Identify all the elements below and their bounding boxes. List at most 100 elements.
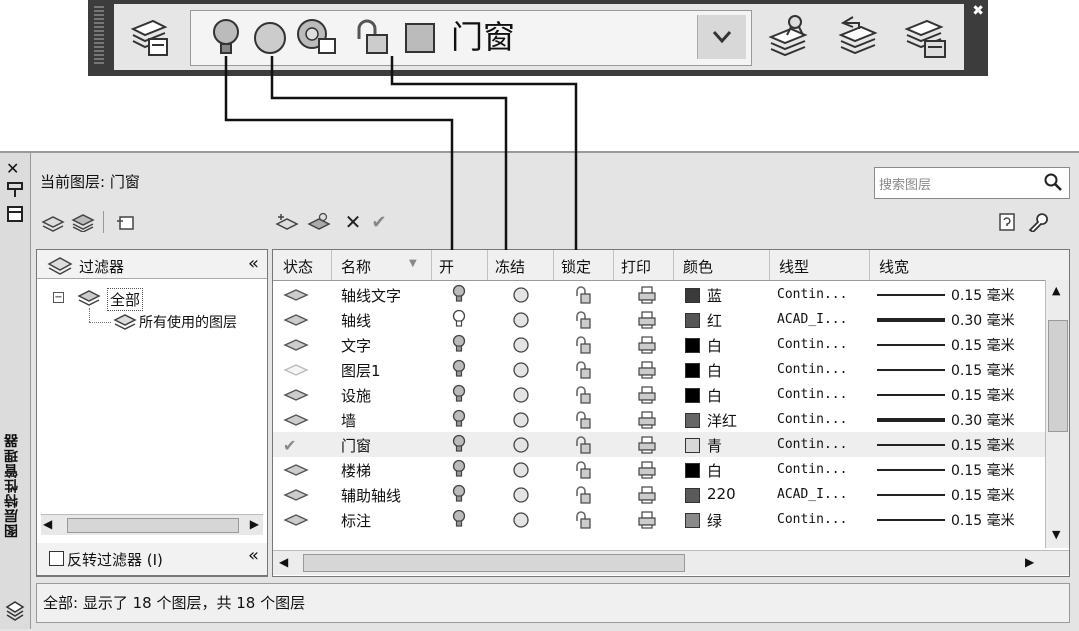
layer-color-swatch[interactable] bbox=[685, 388, 700, 403]
layer-color-name[interactable]: 220 bbox=[707, 485, 736, 503]
layer-plot-icon[interactable] bbox=[637, 360, 657, 384]
layer-lineweight[interactable]: 0.30 毫米 bbox=[951, 310, 1015, 330]
search-input[interactable]: 搜索图层 bbox=[874, 167, 1070, 199]
layer-lock-icon[interactable] bbox=[573, 285, 593, 309]
layer-linetype[interactable]: Contin... bbox=[777, 387, 847, 402]
column-name[interactable]: 名称 bbox=[341, 256, 371, 277]
layer-name[interactable]: 墙 bbox=[341, 410, 356, 431]
tree-item-all-used-layers[interactable]: 所有使用的图层 bbox=[139, 312, 237, 332]
layer-lineweight[interactable]: 0.15 毫米 bbox=[951, 335, 1015, 355]
search-icon[interactable] bbox=[1043, 172, 1063, 192]
layer-linetype[interactable]: Contin... bbox=[777, 337, 847, 352]
new-group-filter-button[interactable] bbox=[70, 211, 96, 233]
layer-color-swatch[interactable] bbox=[685, 338, 700, 353]
layer-lineweight[interactable]: 0.15 毫米 bbox=[951, 285, 1015, 305]
layer-dropdown-button[interactable] bbox=[697, 15, 746, 59]
table-row[interactable]: 图层1 白 Contin... 0.15 毫米 bbox=[273, 357, 1045, 382]
set-current-icon[interactable]: ✔ bbox=[366, 211, 392, 233]
column-separator[interactable] bbox=[869, 250, 870, 280]
layer-lock-icon[interactable] bbox=[573, 510, 593, 534]
refresh-button[interactable] bbox=[994, 211, 1020, 233]
layer-plot-icon[interactable] bbox=[637, 435, 657, 459]
layer-state-button[interactable] bbox=[898, 10, 952, 64]
layer-color-name[interactable]: 白 bbox=[707, 360, 722, 381]
layer-on-icon[interactable] bbox=[451, 509, 467, 535]
layer-freeze-icon[interactable] bbox=[511, 285, 531, 309]
collapse-filter-icon[interactable]: « bbox=[248, 253, 259, 274]
layer-lock-icon[interactable] bbox=[351, 17, 395, 59]
column-separator[interactable] bbox=[487, 250, 488, 280]
tree-expand-icon[interactable]: − bbox=[53, 292, 64, 303]
layer-name[interactable]: 设施 bbox=[341, 385, 371, 406]
layer-plot-icon[interactable] bbox=[637, 310, 657, 334]
layer-linetype[interactable]: Contin... bbox=[777, 412, 847, 427]
layer-plot-icon[interactable] bbox=[637, 385, 657, 409]
table-row[interactable]: ✔ 门窗 青 Contin... 0.15 毫米 bbox=[273, 432, 1045, 457]
layer-freeze-icon[interactable] bbox=[251, 19, 289, 57]
column-linetype[interactable]: 线型 bbox=[779, 256, 809, 277]
layer-color-swatch[interactable] bbox=[685, 513, 700, 528]
tree-item-all[interactable]: 全部 bbox=[107, 288, 144, 311]
layer-freeze-icon[interactable] bbox=[511, 510, 531, 534]
toolbar-close-icon[interactable]: ✖ bbox=[972, 4, 984, 18]
layer-color-name[interactable]: 绿 bbox=[707, 510, 722, 531]
settings-button[interactable] bbox=[1024, 211, 1050, 233]
column-separator[interactable] bbox=[431, 250, 432, 280]
layer-color-name[interactable]: 青 bbox=[707, 435, 722, 456]
layer-linetype[interactable]: Contin... bbox=[777, 362, 847, 377]
layer-name[interactable]: 图层1 bbox=[341, 360, 381, 381]
layer-freeze-icon[interactable] bbox=[511, 310, 531, 334]
column-plot[interactable]: 打印 bbox=[621, 256, 651, 277]
layer-color-name[interactable]: 红 bbox=[707, 310, 722, 331]
layer-color-name[interactable]: 洋红 bbox=[707, 410, 737, 431]
filter-horizontal-scrollbar[interactable]: ◀ ▶ bbox=[41, 514, 263, 535]
layer-color-swatch[interactable] bbox=[685, 288, 700, 303]
layer-freeze-icon[interactable] bbox=[511, 360, 531, 384]
layer-name[interactable]: 楼梯 bbox=[341, 460, 371, 481]
layer-color-swatch[interactable] bbox=[685, 488, 700, 503]
table-vertical-scrollbar[interactable]: ▲ ▼ bbox=[1045, 280, 1069, 548]
layer-linetype[interactable]: ACAD_I... bbox=[777, 312, 847, 327]
layer-linetype[interactable]: Contin... bbox=[777, 512, 847, 527]
layer-previous-button[interactable] bbox=[830, 10, 884, 64]
column-on[interactable]: 开 bbox=[439, 256, 454, 277]
column-lock[interactable]: 锁定 bbox=[561, 256, 591, 277]
layer-freeze-icon[interactable] bbox=[511, 410, 531, 434]
column-freeze[interactable]: 冻结 bbox=[495, 256, 525, 277]
layer-lineweight[interactable]: 0.30 毫米 bbox=[951, 410, 1015, 430]
layer-plot-icon[interactable] bbox=[637, 285, 657, 309]
layer-color-icon[interactable] bbox=[405, 23, 435, 53]
new-layer-vp-frozen-button[interactable] bbox=[306, 211, 332, 233]
layer-lineweight[interactable]: 0.15 毫米 bbox=[951, 460, 1015, 480]
column-separator[interactable] bbox=[331, 250, 332, 280]
layer-freeze-icon[interactable] bbox=[511, 460, 531, 484]
layer-color-swatch[interactable] bbox=[685, 413, 700, 428]
layer-combo[interactable]: 门窗 bbox=[190, 10, 752, 66]
layer-name[interactable]: 门窗 bbox=[341, 435, 371, 456]
layer-plot-icon[interactable] bbox=[637, 410, 657, 434]
layer-name[interactable]: 文字 bbox=[341, 335, 371, 356]
scroll-down-icon[interactable]: ▼ bbox=[1052, 528, 1060, 541]
close-icon[interactable]: ✕ bbox=[6, 159, 19, 178]
scroll-left-icon[interactable]: ◀ bbox=[43, 517, 52, 531]
layer-lock-icon[interactable] bbox=[573, 460, 593, 484]
table-row[interactable]: 轴线 红 ACAD_I... 0.30 毫米 bbox=[273, 307, 1045, 332]
layer-lineweight[interactable]: 0.15 毫米 bbox=[951, 510, 1015, 530]
properties-icon[interactable] bbox=[6, 205, 24, 223]
new-layer-button[interactable] bbox=[274, 211, 300, 233]
layer-name[interactable]: 辅助轴线 bbox=[341, 485, 401, 506]
layer-plot-icon[interactable] bbox=[637, 510, 657, 534]
scroll-right-icon[interactable]: ▶ bbox=[250, 517, 259, 531]
palette-title-bar[interactable]: ✕ 图层特性管理器 bbox=[0, 153, 31, 629]
table-row[interactable]: 墙 洋红 Contin... 0.30 毫米 bbox=[273, 407, 1045, 432]
table-row[interactable]: 设施 白 Contin... 0.15 毫米 bbox=[273, 382, 1045, 407]
layer-lock-icon[interactable] bbox=[573, 360, 593, 384]
column-color[interactable]: 颜色 bbox=[683, 256, 713, 277]
table-row[interactable]: 辅助轴线 220 ACAD_I... 0.15 毫米 bbox=[273, 482, 1045, 507]
layer-color-name[interactable]: 白 bbox=[707, 385, 722, 406]
auto-hide-icon[interactable] bbox=[6, 181, 24, 199]
layer-name[interactable]: 轴线 bbox=[341, 310, 371, 331]
layer-color-name[interactable]: 白 bbox=[707, 335, 722, 356]
column-separator[interactable] bbox=[769, 250, 770, 280]
layer-lineweight[interactable]: 0.15 毫米 bbox=[951, 385, 1015, 405]
